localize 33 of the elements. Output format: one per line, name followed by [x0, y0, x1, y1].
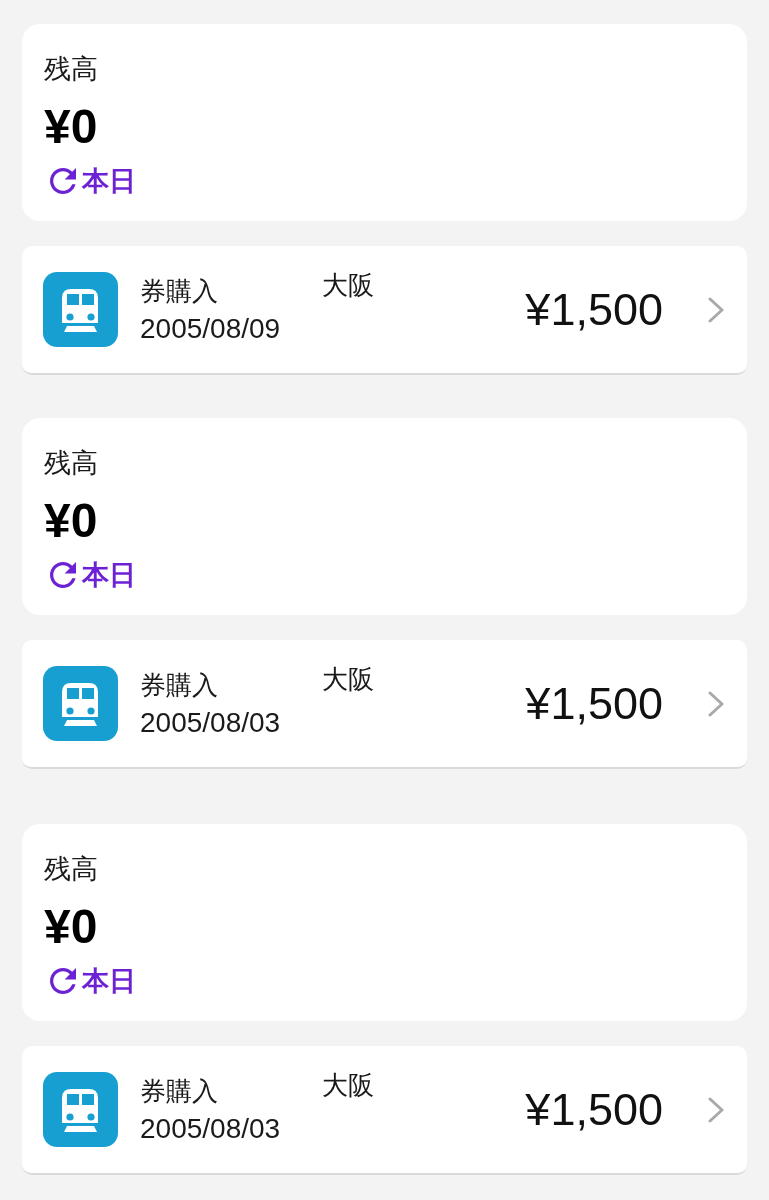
transaction-row[interactable]: 券購入 2005/08/03 大阪 ¥1,500: [22, 1046, 747, 1175]
station-name: 大阪: [322, 1069, 374, 1102]
train-icon: [43, 272, 118, 347]
transaction-date: 2005/08/09: [140, 311, 282, 346]
balance-amount: ¥0: [44, 101, 98, 153]
balance-label: 残高: [44, 53, 98, 86]
train-icon: [43, 666, 118, 741]
transaction-amount: ¥1,500: [525, 1082, 663, 1137]
transaction-amount: ¥1,500: [525, 676, 663, 731]
transaction-amount: ¥1,500: [525, 282, 663, 337]
transaction-type: 券購入: [140, 1074, 219, 1108]
transaction-type: 券購入: [140, 274, 219, 308]
refresh-button[interactable]: 本日: [50, 164, 136, 198]
balance-label: 残高: [44, 447, 98, 480]
transaction-date: 2005/08/03: [140, 705, 282, 740]
transaction-type: 券購入: [140, 668, 219, 702]
chevron-icon: [708, 690, 724, 717]
transaction-date: 2005/08/03: [140, 1111, 282, 1146]
balance-label: 残高: [44, 853, 98, 886]
station-name: 大阪: [322, 663, 374, 696]
balance-amount: ¥0: [44, 495, 98, 547]
chevron-icon: [708, 296, 724, 323]
station-name: 大阪: [322, 269, 374, 302]
balance-amount: ¥0: [44, 901, 98, 953]
refresh-button[interactable]: 本日: [50, 558, 136, 592]
transaction-row[interactable]: 券購入 2005/08/09 大阪 ¥1,500: [22, 246, 747, 375]
chevron-icon: [708, 1096, 724, 1123]
refresh-button[interactable]: 本日: [50, 964, 136, 998]
refresh-icon: [50, 968, 76, 994]
transaction-row[interactable]: 券購入 2005/08/03 大阪 ¥1,500: [22, 640, 747, 769]
train-icon: [43, 1072, 118, 1147]
refresh-icon: [50, 168, 76, 194]
refresh-icon: [50, 562, 76, 588]
